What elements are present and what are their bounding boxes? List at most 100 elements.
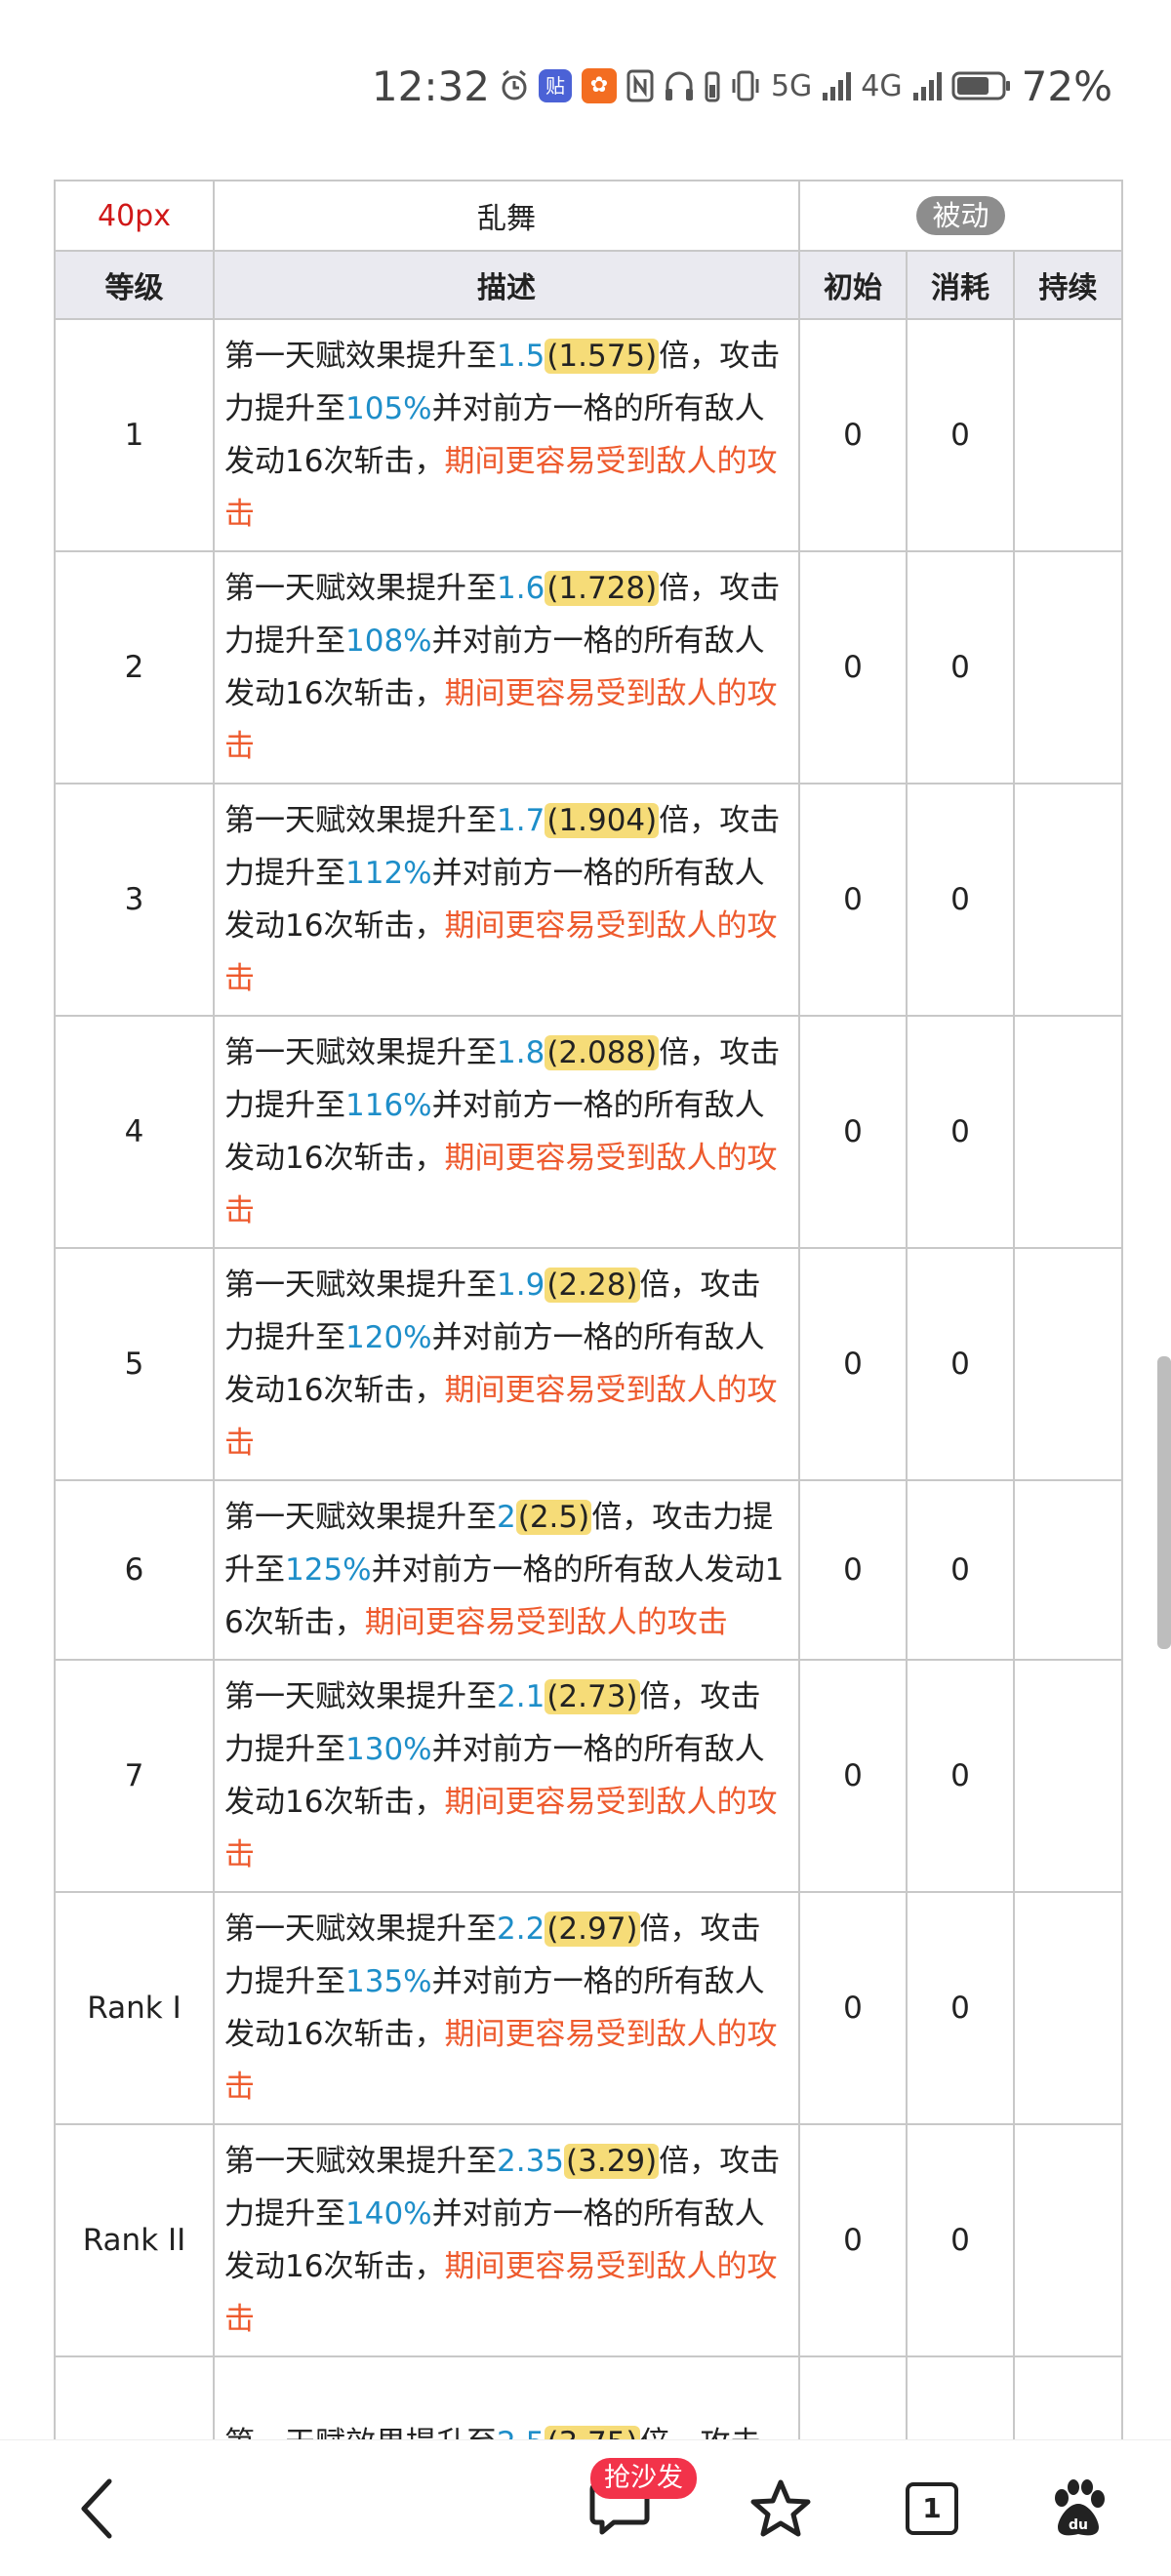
description-cell: 第一天赋效果提升至2.1(2.73)倍，攻击力提升至130%并对前方一格的所有敌… bbox=[213, 1659, 800, 1893]
desc-text: 第一天赋效果提升至 bbox=[224, 2144, 497, 2179]
initial-cell: 0 bbox=[798, 1247, 908, 1481]
description-cell: 第一天赋效果提升至2.35(3.29)倍，攻击力提升至140%并对前方一格的所有… bbox=[213, 2123, 800, 2357]
initial-cell: 0 bbox=[798, 2355, 908, 2439]
level-cell: Rank I bbox=[54, 1891, 215, 2125]
baidu-paw-icon: du bbox=[1055, 2479, 1105, 2536]
table-row: 7 第一天赋效果提升至2.1(2.73)倍，攻击力提升至130%并对前方一格的所有… bbox=[54, 1659, 1123, 1893]
scrollbar-thumb[interactable] bbox=[1157, 1356, 1171, 1649]
battery-percent: 72% bbox=[1021, 61, 1112, 110]
desc-multiplier: 1.6 bbox=[497, 571, 545, 606]
network-4g-label: 4G bbox=[861, 68, 903, 103]
header-level: 等级 bbox=[54, 250, 215, 320]
page-content: 40px 乱舞 被动 等级 描述 初始 消耗 持续 1 第一天赋效果提升至1.5… bbox=[0, 176, 1171, 2439]
skill-type-cell: 被动 bbox=[798, 180, 1123, 252]
status-bar: 12:32 贴 ✿ 5G 4G 72% bbox=[0, 0, 1171, 176]
table-row: Rank II 第一天赋效果提升至2.35(3.29)倍，攻击力提升至140%并对… bbox=[54, 2123, 1123, 2357]
sofa-badge[interactable]: 抢沙发 bbox=[590, 2458, 697, 2499]
desc-attack-percent: 105% bbox=[345, 391, 432, 426]
skill-type-badge: 被动 bbox=[916, 196, 1005, 235]
cost-cell: 0 bbox=[906, 1015, 1015, 1249]
table-row: Rank I 第一天赋效果提升至2.2(2.97)倍，攻击力提升至135%并对前方… bbox=[54, 1891, 1123, 2125]
desc-attack-percent: 120% bbox=[345, 1320, 432, 1355]
chevron-left-icon bbox=[81, 2478, 112, 2539]
cost-cell: 0 bbox=[906, 2355, 1015, 2439]
cost-cell: 0 bbox=[906, 783, 1015, 1017]
description-cell: 第一天赋效果提升至1.8(2.088)倍，攻击力提升至116%并对前方一格的所有… bbox=[213, 1015, 800, 1249]
cost-cell: 0 bbox=[906, 550, 1015, 785]
table-row: 4 第一天赋效果提升至1.8(2.088)倍，攻击力提升至116%并对前方一格的所… bbox=[54, 1015, 1123, 1249]
svg-text:du: du bbox=[1069, 2517, 1088, 2533]
desc-attack-percent: 135% bbox=[345, 1964, 432, 1999]
tieba-app-icon: 贴 bbox=[538, 69, 572, 102]
network-5g-label: 5G bbox=[770, 68, 813, 103]
table-row: 3 第一天赋效果提升至1.7(1.904)倍，攻击力提升至112%并对前方一格的所… bbox=[54, 783, 1123, 1017]
cost-cell: 0 bbox=[906, 1659, 1015, 1893]
table-body: 1 第一天赋效果提升至1.5(1.575)倍，攻击力提升至105%并对前方一格的所… bbox=[54, 318, 1123, 2439]
desc-multiplier-highlight: (3.75) bbox=[545, 2426, 640, 2439]
desc-multiplier: 2.35 bbox=[497, 2144, 565, 2179]
level-table: 等级 描述 初始 消耗 持续 1 第一天赋效果提升至1.5(1.575)倍，攻击力… bbox=[54, 250, 1123, 2439]
description-cell: 第一天赋效果提升至1.7(1.904)倍，攻击力提升至112%并对前方一格的所有… bbox=[213, 783, 800, 1017]
desc-multiplier-highlight: (2.088) bbox=[545, 1035, 660, 1070]
screen: 12:32 贴 ✿ 5G 4G 72% 40px 乱舞 被动 等级 描述 初始 … bbox=[0, 0, 1171, 2576]
description-cell: 第一天赋效果提升至2.2(2.97)倍，攻击力提升至135%并对前方一格的所有敌… bbox=[213, 1891, 800, 2125]
level-cell: 5 bbox=[54, 1247, 215, 1481]
initial-cell: 0 bbox=[798, 1891, 908, 2125]
desc-multiplier: 1.7 bbox=[497, 803, 545, 838]
desc-attack-percent: 125% bbox=[285, 1552, 372, 1588]
duration-cell bbox=[1013, 1247, 1123, 1481]
cost-cell: 0 bbox=[906, 1479, 1015, 1661]
level-cell: 7 bbox=[54, 1659, 215, 1893]
star-icon bbox=[750, 2479, 811, 2537]
desc-multiplier-highlight: (1.904) bbox=[545, 803, 660, 838]
desc-attack-percent: 140% bbox=[345, 2196, 432, 2232]
table-row: 2 第一天赋效果提升至1.6(1.728)倍，攻击力提升至108%并对前方一格的所… bbox=[54, 550, 1123, 785]
desc-text: 第一天赋效果提升至 bbox=[224, 803, 497, 838]
desc-attack-percent: 108% bbox=[345, 624, 432, 659]
table-row: Rank III第一天赋效果提升至2.5(3.75)倍，攻击力提升至150%并对… bbox=[54, 2355, 1123, 2439]
level-cell: 6 bbox=[54, 1479, 215, 1661]
table-row: 5 第一天赋效果提升至1.9(2.28)倍，攻击力提升至120%并对前方一格的所有… bbox=[54, 1247, 1123, 1481]
cost-cell: 0 bbox=[906, 2123, 1015, 2357]
initial-cell: 0 bbox=[798, 783, 908, 1017]
description-cell: 第一天赋效果提升至1.9(2.28)倍，攻击力提升至120%并对前方一格的所有敌… bbox=[213, 1247, 800, 1481]
desc-multiplier-highlight: (2.97) bbox=[545, 1912, 640, 1947]
desc-multiplier-highlight: (1.728) bbox=[545, 571, 660, 606]
skill-info-row: 40px 乱舞 被动 bbox=[54, 180, 1123, 252]
level-cell: 2 bbox=[54, 550, 215, 785]
skill-name: 乱舞 bbox=[213, 180, 800, 252]
level-cell: 1 bbox=[54, 318, 215, 552]
desc-multiplier: 1.9 bbox=[497, 1268, 545, 1303]
vibrate-icon bbox=[732, 70, 759, 101]
duration-cell bbox=[1013, 1479, 1123, 1661]
desc-multiplier: 2.5 bbox=[497, 2426, 545, 2439]
baidu-home-button[interactable]: du bbox=[1030, 2440, 1127, 2576]
status-time: 12:32 bbox=[371, 61, 490, 110]
duration-cell bbox=[1013, 1659, 1123, 1893]
favorite-button[interactable] bbox=[732, 2440, 829, 2576]
initial-cell: 0 bbox=[798, 1015, 908, 1249]
alarm-icon bbox=[502, 69, 527, 101]
table-row: 6 第一天赋效果提升至2(2.5)倍，攻击力提升至125%并对前方一格的所有敌人发… bbox=[54, 1479, 1123, 1661]
initial-cell: 0 bbox=[798, 1659, 908, 1893]
headphones-icon bbox=[665, 71, 693, 101]
tab-count: 1 bbox=[906, 2482, 958, 2535]
initial-cell: 0 bbox=[798, 2123, 908, 2357]
level-cell: Rank III bbox=[54, 2355, 215, 2439]
desc-multiplier-highlight: (2.5) bbox=[515, 1500, 592, 1535]
back-button[interactable] bbox=[54, 2440, 141, 2576]
duration-cell bbox=[1013, 2355, 1123, 2439]
tabs-button[interactable]: 1 bbox=[883, 2440, 981, 2576]
desc-text: 第一天赋效果提升至 bbox=[224, 2426, 497, 2439]
size-text: 40px bbox=[54, 180, 215, 252]
status-icons: 12:32 贴 ✿ 5G 4G 72% bbox=[372, 57, 1112, 115]
skill-table: 40px 乱舞 被动 bbox=[54, 180, 1123, 252]
table-header-row: 等级 描述 初始 消耗 持续 bbox=[54, 250, 1123, 320]
duration-cell bbox=[1013, 783, 1123, 1017]
desc-multiplier: 2 bbox=[497, 1500, 516, 1535]
desc-multiplier: 1.8 bbox=[497, 1035, 545, 1070]
desc-attack-percent: 112% bbox=[345, 856, 432, 891]
desc-text: 第一天赋效果提升至 bbox=[224, 571, 497, 606]
nfc-icon bbox=[626, 69, 654, 102]
desc-attack-percent: 116% bbox=[345, 1088, 432, 1123]
